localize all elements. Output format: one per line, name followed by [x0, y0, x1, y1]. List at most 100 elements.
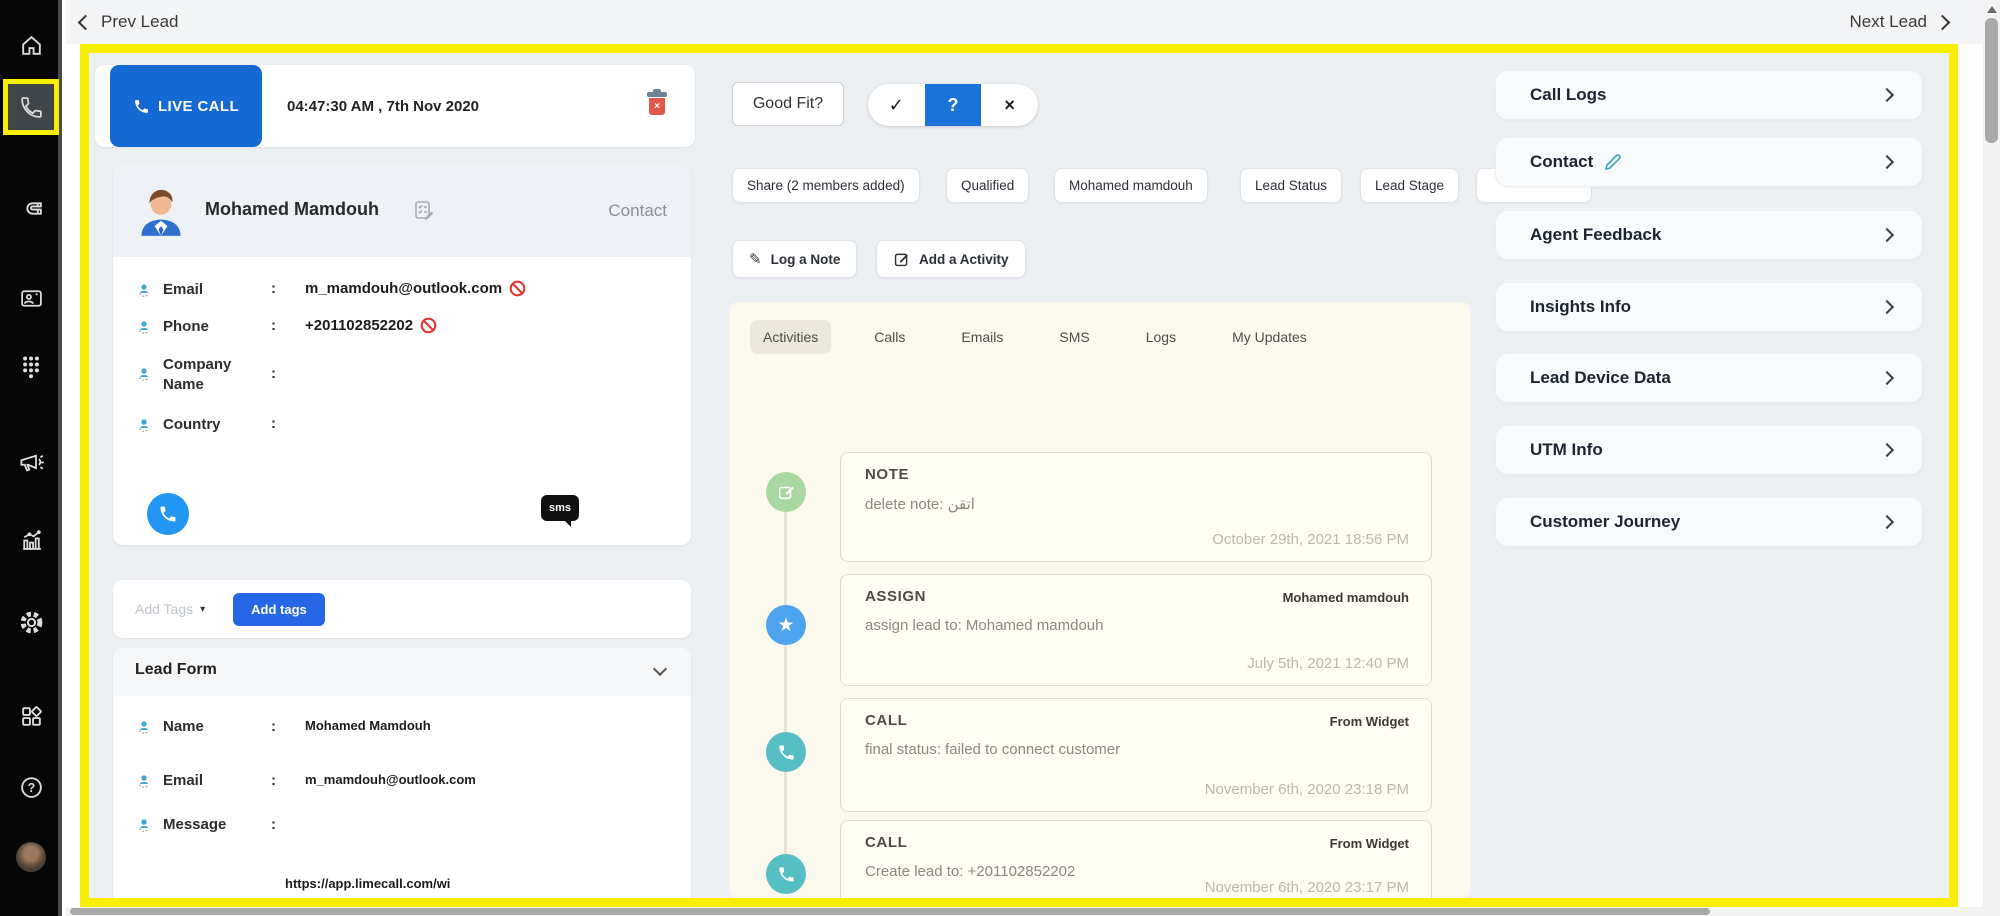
chevron-right-icon: [1879, 514, 1895, 530]
person-pin-icon: [135, 365, 153, 383]
profile-avatar[interactable]: [0, 835, 62, 879]
lead-form-row: Email : m_mamdouh@outlook.com: [113, 772, 691, 790]
prev-lead-label: Prev Lead: [101, 12, 179, 31]
entry-text: delete note: اتقن: [865, 496, 975, 513]
entry-source: From Widget: [1329, 714, 1409, 729]
lead-form-row: Message :: [113, 816, 691, 834]
name-value: Mohamed Mamdouh: [305, 718, 431, 733]
lead-status-button[interactable]: Lead Status: [1240, 168, 1343, 203]
app-sidebar: ?: [0, 0, 62, 916]
entry-timestamp: November 6th, 2020 23:18 PM: [1204, 781, 1409, 798]
chevron-left-icon: [77, 14, 94, 30]
next-lead-button[interactable]: Next Lead: [1850, 0, 1951, 44]
entry-source: From Widget: [1329, 836, 1409, 851]
phone-icon[interactable]: [3, 79, 59, 135]
activity-entry-note[interactable]: NOTE delete note: اتقن October 29th, 202…: [840, 452, 1432, 562]
activity-entry-call[interactable]: CALL From Widget Create lead to: +201102…: [840, 820, 1432, 898]
add-activity-button[interactable]: Add a Activity: [876, 240, 1026, 278]
fit-maybe-button[interactable]: ?: [924, 84, 982, 126]
entry-timestamp: October 29th, 2021 18:56 PM: [1212, 531, 1409, 548]
qualified-button[interactable]: Qualified: [946, 168, 1030, 203]
delete-call-button[interactable]: ×: [647, 92, 667, 119]
lead-stage-button[interactable]: Lead Stage: [1360, 168, 1460, 203]
person-pin-icon: [135, 281, 153, 299]
entry-type: CALL: [865, 834, 908, 851]
contact-field-row: Country :: [113, 415, 691, 435]
add-tags-button[interactable]: Add tags: [233, 592, 325, 626]
lead-form-title: Lead Form: [135, 661, 217, 678]
chevron-right-icon: [1879, 227, 1895, 243]
contact-field-row: Phone : +201102852202: [113, 317, 691, 337]
settings-icon[interactable]: [0, 600, 62, 644]
field-label: Company Name: [163, 356, 232, 393]
star-icon: ★: [766, 605, 806, 645]
contact-field-row: Company Name :: [113, 355, 691, 395]
tab-logs[interactable]: Logs: [1133, 320, 1189, 354]
good-fit-segmented-control: ✓ ? ×: [868, 84, 1038, 126]
dialpad-icon[interactable]: [0, 346, 62, 390]
entry-text: assign lead to: Mohamed mamdouh: [865, 617, 1104, 634]
megaphone-icon[interactable]: [0, 440, 62, 484]
help-icon[interactable]: ?: [0, 765, 62, 809]
timeline-line: [784, 492, 787, 882]
note-edit-icon: [766, 472, 806, 512]
panel-customer-journey[interactable]: Customer Journey: [1495, 497, 1923, 547]
phone-icon: [135, 99, 148, 113]
fit-no-button[interactable]: ×: [981, 84, 1038, 126]
contacts-icon[interactable]: [0, 276, 62, 320]
owner-button[interactable]: Mohamed mamdouh: [1054, 168, 1208, 203]
scrollbar-thumb[interactable]: [70, 908, 1710, 915]
scrollbar-thumb[interactable]: [1985, 18, 1998, 143]
tab-emails[interactable]: Emails: [948, 320, 1016, 354]
apps-icon[interactable]: [0, 694, 62, 738]
checklist-edit-icon[interactable]: [413, 199, 435, 221]
panel-utm-info[interactable]: UTM Info: [1495, 425, 1923, 475]
contact-field-row: Email : m_mamdouh@outlook.com: [113, 280, 691, 300]
vertical-scrollbar[interactable]: [1983, 0, 2000, 916]
panel-insights-info[interactable]: Insights Info: [1495, 282, 1923, 332]
entry-type: ASSIGN: [865, 588, 927, 605]
lead-detail-page: Prev Lead Next Lead LIVE CALL 04:47:30 A…: [0, 0, 2000, 916]
home-icon[interactable]: [0, 23, 62, 67]
entry-text: Create lead to: +201102852202: [865, 863, 1076, 880]
activity-entry-call[interactable]: CALL From Widget final status: failed to…: [840, 698, 1432, 812]
tab-sms[interactable]: SMS: [1046, 320, 1102, 354]
chevron-right-icon: [1879, 154, 1895, 170]
chevron-right-icon: [1879, 442, 1895, 458]
blocked-icon: [420, 317, 437, 334]
scroll-up-arrow-icon[interactable]: [1987, 6, 1997, 13]
activity-tabs: Activities Calls Emails SMS Logs My Upda…: [750, 320, 1320, 354]
field-label: Email: [163, 772, 204, 789]
svg-text:?: ?: [27, 780, 35, 794]
panel-contact[interactable]: Contact: [1495, 137, 1923, 187]
panel-agent-feedback[interactable]: Agent Feedback: [1495, 210, 1923, 260]
panel-call-logs[interactable]: Call Logs: [1495, 70, 1923, 120]
tab-activities[interactable]: Activities: [750, 320, 832, 354]
pencil-icon: [1605, 154, 1622, 171]
analytics-icon[interactable]: [0, 518, 62, 562]
entry-text: final status: failed to connect customer: [865, 741, 1121, 758]
chevron-right-icon: [1879, 87, 1895, 103]
log-note-button[interactable]: ✎ Log a Note: [732, 240, 858, 278]
lead-form-header[interactable]: Lead Form: [113, 648, 691, 696]
top-navigation-bar: Prev Lead Next Lead: [66, 0, 1983, 44]
email-value: m_mamdouh@outlook.com: [305, 280, 503, 297]
activity-entry-assign[interactable]: ASSIGN Mohamed mamdouh assign lead to: M…: [840, 574, 1432, 686]
entry-timestamp: July 5th, 2021 12:40 PM: [1247, 655, 1409, 672]
prev-lead-button[interactable]: Prev Lead: [77, 0, 179, 44]
tab-calls[interactable]: Calls: [861, 320, 918, 354]
live-call-badge-label: LIVE CALL: [157, 97, 240, 115]
share-button[interactable]: Share (2 members added): [732, 168, 920, 203]
magnet-icon[interactable]: [0, 186, 62, 230]
panel-lead-device-data[interactable]: Lead Device Data: [1495, 353, 1923, 403]
call-contact-button[interactable]: [147, 493, 189, 535]
good-fit-button[interactable]: Good Fit?: [732, 82, 844, 126]
horizontal-scrollbar[interactable]: [66, 907, 1983, 916]
sms-bubble-icon[interactable]: sms: [541, 495, 579, 527]
add-tags-dropdown[interactable]: Add Tags ▾: [135, 601, 205, 617]
fit-yes-button[interactable]: ✓: [868, 84, 925, 126]
entry-timestamp: November 6th, 2020 23:17 PM: [1204, 879, 1409, 896]
call-icon: [766, 854, 806, 894]
contact-avatar: [141, 189, 181, 236]
tab-my-updates[interactable]: My Updates: [1219, 320, 1320, 354]
